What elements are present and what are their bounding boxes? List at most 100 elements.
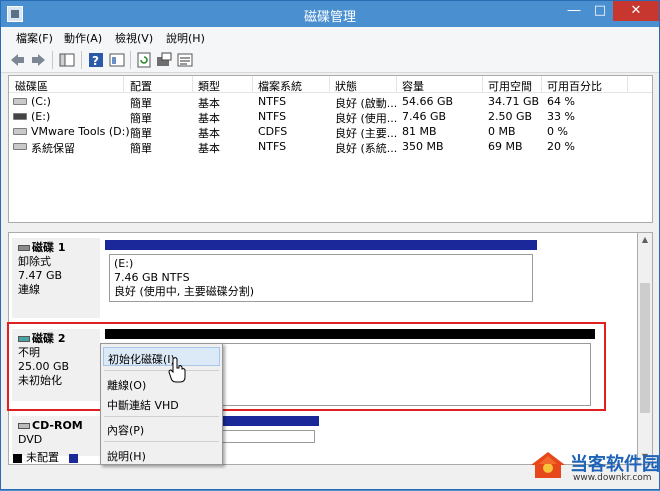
- watermark-logo: 当客软件园 www.downkr.com: [526, 447, 660, 491]
- column-type[interactable]: 類型: [198, 78, 220, 94]
- disk-1-partition[interactable]: (E:) 7.46 GB NTFS 良好 (使用中, 主要磁碟分割): [105, 240, 537, 305]
- volume-capacity: 54.66 GB: [402, 95, 454, 108]
- disk-1-partition-detail: (E:) 7.46 GB NTFS 良好 (使用中, 主要磁碟分割): [109, 254, 533, 302]
- removable-volume-icon: [13, 113, 27, 120]
- toolbar-separator: [52, 51, 53, 69]
- back-arrow-icon[interactable]: [9, 52, 25, 68]
- menu-bar: 檔案(F) 動作(A) 檢視(V) 說明(H): [1, 27, 659, 47]
- hand-cursor-icon: [168, 357, 186, 383]
- volume-row[interactable]: (C:) 簡單 基本 NTFS 良好 (啟動... 54.66 GB 34.71…: [9, 94, 652, 110]
- disk-1-info[interactable]: 磁碟 1 卸除式 7.47 GB 連線: [12, 238, 100, 318]
- context-menu: 初始化磁碟(I) 離線(O) 中斷連結 VHD 內容(P) 說明(H): [100, 343, 223, 465]
- column-free-space[interactable]: 可用空間: [488, 78, 532, 94]
- house-logo-icon: [531, 452, 565, 478]
- toolbar-separator: [130, 51, 131, 69]
- column-divider[interactable]: [482, 76, 483, 93]
- cdrom-type: DVD: [18, 433, 43, 446]
- toolbar-separator: [81, 51, 82, 69]
- volume-capacity: 350 MB: [402, 140, 444, 153]
- column-filesystem[interactable]: 檔案系統: [258, 78, 302, 94]
- volume-free-percent: 0 %: [547, 125, 568, 138]
- properties-icon[interactable]: [109, 52, 125, 68]
- column-divider[interactable]: [192, 76, 193, 93]
- scrollbar-thumb[interactable]: [640, 283, 650, 413]
- column-status[interactable]: 狀態: [335, 78, 357, 94]
- settings-icon[interactable]: [177, 52, 193, 68]
- highlight-annotation: [7, 322, 606, 411]
- menu-action[interactable]: 動作(A): [64, 30, 102, 46]
- volume-icon: [13, 143, 27, 150]
- volume-name: (E:): [31, 110, 51, 123]
- cdrom-name: CD-ROM: [32, 419, 83, 432]
- volume-row[interactable]: VMware Tools (D:) 簡單 基本 CDFS 良好 (主要... 8…: [9, 124, 652, 140]
- legend: 未配置: [13, 449, 82, 464]
- volume-name: (C:): [31, 95, 51, 108]
- volume-free-percent: 20 %: [547, 140, 575, 153]
- menu-view[interactable]: 檢視(V): [115, 30, 153, 46]
- help-icon[interactable]: ?: [88, 52, 104, 68]
- forward-arrow-icon[interactable]: [31, 52, 47, 68]
- primary-partition-bar: [105, 240, 537, 250]
- partition-status: 良好 (使用中, 主要磁碟分割): [114, 285, 255, 298]
- column-divider[interactable]: [396, 76, 397, 93]
- menu-help-item[interactable]: 說明(H): [103, 445, 220, 464]
- console-tree-icon[interactable]: [59, 52, 75, 68]
- volume-free-percent: 64 %: [547, 95, 575, 108]
- volume-row[interactable]: (E:) 簡單 基本 NTFS 良好 (使用... 7.46 GB 2.50 G…: [9, 109, 652, 125]
- legend-unallocated-label: 未配置: [26, 451, 59, 464]
- column-volume[interactable]: 磁碟區: [15, 78, 48, 94]
- svg-text:?: ?: [92, 54, 99, 68]
- menu-separator: [104, 370, 219, 371]
- menu-separator: [104, 416, 219, 417]
- column-divider[interactable]: [329, 76, 330, 93]
- menu-help[interactable]: 說明(H): [166, 30, 205, 46]
- minimize-button[interactable]: ―: [561, 1, 587, 21]
- column-capacity[interactable]: 容量: [402, 78, 424, 94]
- volume-filesystem: CDFS: [258, 125, 288, 138]
- menu-properties[interactable]: 內容(P): [103, 419, 220, 438]
- legend-primary-swatch: [68, 453, 78, 463]
- scroll-up-arrow-icon[interactable]: ▲: [638, 233, 652, 247]
- menu-initialize-disk[interactable]: 初始化磁碟(I): [103, 347, 220, 366]
- volume-icon: [13, 128, 27, 135]
- rescan-disks-icon[interactable]: [156, 52, 172, 68]
- title-bar: 磁碟管理 ― □ ✕: [1, 1, 659, 27]
- volume-type: 基本: [198, 142, 220, 155]
- toolbar: ?: [1, 47, 659, 73]
- volume-free-space: 0 MB: [488, 125, 516, 138]
- volume-filesystem: NTFS: [258, 95, 287, 108]
- volume-row[interactable]: 系統保留 簡單 基本 NTFS 良好 (系統... 350 MB 69 MB 2…: [9, 139, 652, 155]
- refresh-icon[interactable]: [136, 52, 152, 68]
- volume-capacity: 81 MB: [402, 125, 437, 138]
- disk-1-name: 磁碟 1: [32, 241, 66, 254]
- column-free-percent[interactable]: 可用百分比: [547, 78, 602, 94]
- volume-status: 良好 (系統...: [335, 142, 398, 155]
- volume-layout: 簡單: [130, 142, 152, 155]
- disk-1-status: 連線: [18, 283, 40, 296]
- volume-list-header: 磁碟區 配置 類型 檔案系統 狀態 容量 可用空間 可用百分比: [9, 76, 652, 93]
- cd-drive-icon: [18, 423, 30, 429]
- close-button[interactable]: ✕: [613, 1, 659, 21]
- volume-list: 磁碟區 配置 類型 檔案系統 狀態 容量 可用空間 可用百分比 (C:) 簡單 …: [8, 75, 653, 223]
- menu-separator: [104, 441, 219, 442]
- column-divider[interactable]: [252, 76, 253, 93]
- maximize-button[interactable]: □: [587, 1, 613, 21]
- column-divider[interactable]: [627, 76, 628, 93]
- volume-filesystem: NTFS: [258, 110, 287, 123]
- disk-1-type: 卸除式: [18, 255, 51, 268]
- vertical-scrollbar[interactable]: ▲ ▼: [638, 232, 653, 465]
- volume-capacity: 7.46 GB: [402, 110, 447, 123]
- menu-offline[interactable]: 離線(O): [103, 374, 220, 393]
- volume-free-percent: 33 %: [547, 110, 575, 123]
- removable-disk-icon: [18, 245, 30, 251]
- menu-file[interactable]: 檔案(F): [16, 30, 53, 46]
- column-layout[interactable]: 配置: [130, 78, 152, 94]
- pane-splitter[interactable]: [1, 225, 659, 231]
- watermark-url: www.downkr.com: [573, 473, 652, 483]
- menu-detach-vhd[interactable]: 中斷連結 VHD: [103, 394, 220, 413]
- volume-name: 系統保留: [31, 142, 75, 155]
- legend-unallocated-swatch: [13, 453, 22, 463]
- column-divider[interactable]: [541, 76, 542, 93]
- column-divider[interactable]: [123, 76, 124, 93]
- partition-label: (E:): [114, 257, 134, 270]
